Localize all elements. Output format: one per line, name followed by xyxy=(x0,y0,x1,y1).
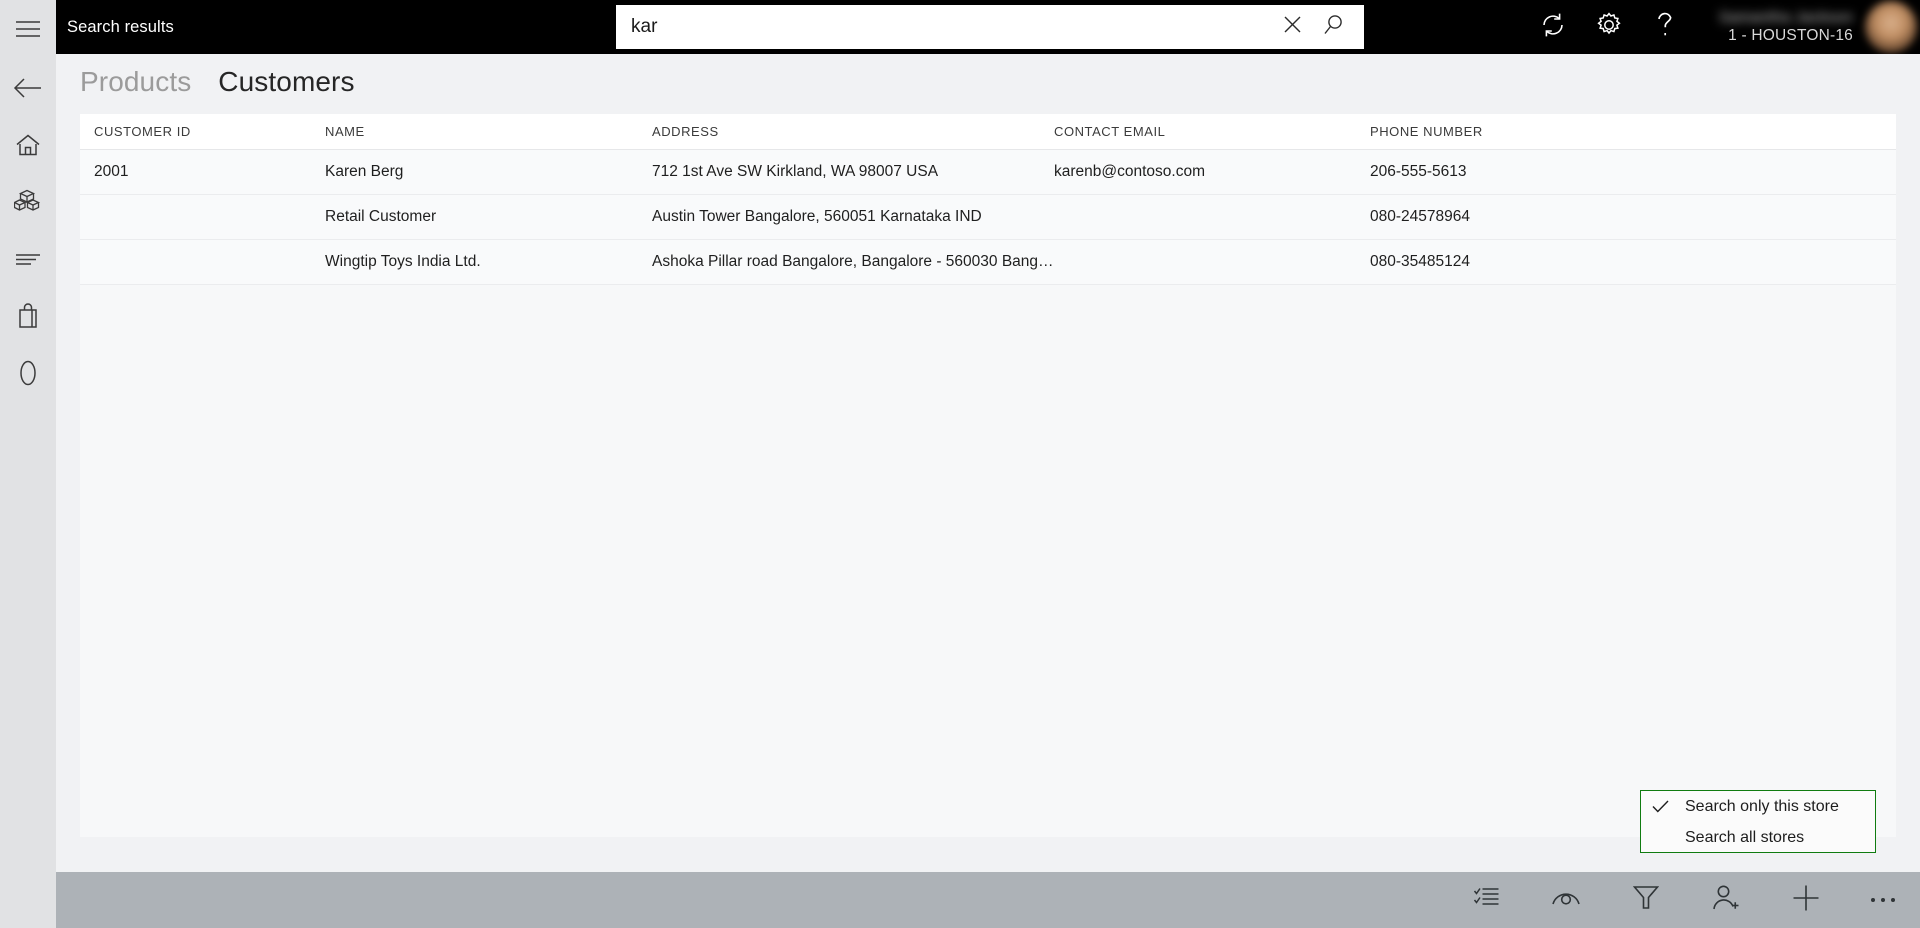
checklist-icon xyxy=(1473,887,1499,914)
view-details-button[interactable] xyxy=(1526,872,1606,928)
tab-customers[interactable]: Customers xyxy=(218,66,354,98)
menu-toggle[interactable] xyxy=(0,0,56,57)
misc-button[interactable] xyxy=(0,344,56,401)
question-help-icon xyxy=(1654,11,1676,43)
bottom-toolbar xyxy=(56,872,1920,928)
cell-name: Retail Customer xyxy=(325,208,437,225)
column-header-address[interactable]: ADDRESS xyxy=(652,124,1054,139)
close-x-icon xyxy=(1283,15,1302,39)
new-button[interactable] xyxy=(1766,872,1846,928)
settings-button[interactable] xyxy=(1581,0,1637,54)
home-button[interactable] xyxy=(0,116,56,173)
cell-phone: 080-35485124 xyxy=(1370,253,1470,270)
tab-strip: Products Customers xyxy=(80,66,355,98)
shopping-bag-icon xyxy=(16,302,40,329)
table-row[interactable]: 2001 Karen Berg 712 1st Ave SW Kirkland,… xyxy=(80,150,1896,195)
cell-email: karenb@contoso.com xyxy=(1054,163,1206,180)
cell-name: Wingtip Toys India Ltd. xyxy=(325,253,481,270)
table-row[interactable]: Retail Customer Austin Tower Bangalore, … xyxy=(80,195,1896,240)
column-header-name[interactable]: NAME xyxy=(325,124,652,139)
hamburger-menu-icon xyxy=(15,20,41,38)
customers-grid: CUSTOMER ID NAME ADDRESS CONTACT EMAIL P… xyxy=(80,114,1896,837)
oval-icon xyxy=(18,359,38,387)
cell-address: 712 1st Ave SW Kirkland, WA 98007 USA xyxy=(652,163,939,180)
cell-name: Karen Berg xyxy=(325,163,404,180)
column-header-phone-number[interactable]: PHONE NUMBER xyxy=(1370,124,1710,139)
left-navigation-rail xyxy=(0,0,56,928)
menu-item-search-only-this-store[interactable]: Search only this store xyxy=(1641,791,1875,822)
cart-button[interactable] xyxy=(0,287,56,344)
column-header-customer-id[interactable]: CUSTOMER ID xyxy=(80,124,325,139)
eye-view-icon xyxy=(1551,887,1581,914)
magnifier-icon xyxy=(1323,14,1345,41)
cell-customer-id: 2001 xyxy=(94,163,129,180)
more-ellipsis-icon xyxy=(1870,891,1896,909)
search-scope-menu: Search only this store Search all stores xyxy=(1640,790,1876,853)
search-input[interactable] xyxy=(616,6,1271,48)
gear-settings-icon xyxy=(1596,11,1622,43)
select-mode-button[interactable] xyxy=(1446,872,1526,928)
help-button[interactable] xyxy=(1637,0,1693,54)
tab-products[interactable]: Products xyxy=(80,66,191,98)
app-window: Search results kar Samantha Jackson 1 - … xyxy=(0,0,1920,928)
grid-header-row: CUSTOMER ID NAME ADDRESS CONTACT EMAIL P… xyxy=(80,114,1896,150)
search-bar xyxy=(616,5,1364,49)
store-label: 1 - HOUSTON-16 xyxy=(1728,27,1853,44)
back-arrow-icon xyxy=(13,76,43,100)
back-button[interactable] xyxy=(0,59,56,116)
menu-item-label: Search all stores xyxy=(1685,828,1805,846)
cell-phone: 080-24578964 xyxy=(1370,208,1470,225)
menu-item-label: Search only this store xyxy=(1685,797,1839,815)
more-options-button[interactable] xyxy=(1846,872,1920,928)
page-title: Search results xyxy=(67,18,174,36)
search-clear-button[interactable] xyxy=(1271,5,1313,49)
add-person-icon xyxy=(1712,885,1740,916)
plus-icon xyxy=(1792,884,1820,917)
cell-phone: 206-555-5613 xyxy=(1370,163,1467,180)
home-icon xyxy=(15,133,41,157)
transactions-button[interactable] xyxy=(0,230,56,287)
page-body: Products Customers CUSTOMER ID NAME ADDR… xyxy=(56,54,1920,872)
menu-item-search-all-stores[interactable]: Search all stores xyxy=(1641,822,1875,853)
avatar[interactable] xyxy=(1865,1,1917,53)
sync-refresh-icon xyxy=(1540,12,1566,43)
table-row[interactable]: Wingtip Toys India Ltd. Ashoka Pillar ro… xyxy=(80,240,1896,285)
user-info[interactable]: Samantha Jackson 1 - HOUSTON-16 xyxy=(1693,0,1865,54)
cell-address: Ashoka Pillar road Bangalore, Bangalore … xyxy=(652,253,1054,270)
sync-button[interactable] xyxy=(1525,0,1581,54)
search-submit-button[interactable] xyxy=(1313,5,1355,49)
lines-list-icon xyxy=(15,251,41,267)
top-right-actions: Samantha Jackson 1 - HOUSTON-16 xyxy=(1525,0,1920,54)
checkmark-icon xyxy=(1652,800,1685,813)
add-customer-button[interactable] xyxy=(1686,872,1766,928)
filter-funnel-icon xyxy=(1632,885,1660,915)
column-header-contact-email[interactable]: CONTACT EMAIL xyxy=(1054,124,1370,139)
products-boxes-icon xyxy=(14,189,42,215)
cell-address: Austin Tower Bangalore, 560051 Karnataka… xyxy=(652,208,982,225)
products-button[interactable] xyxy=(0,173,56,230)
user-name: Samantha Jackson xyxy=(1719,9,1853,26)
filter-button[interactable] xyxy=(1606,872,1686,928)
top-bar: Search results kar Samantha Jackson 1 - … xyxy=(56,0,1920,54)
